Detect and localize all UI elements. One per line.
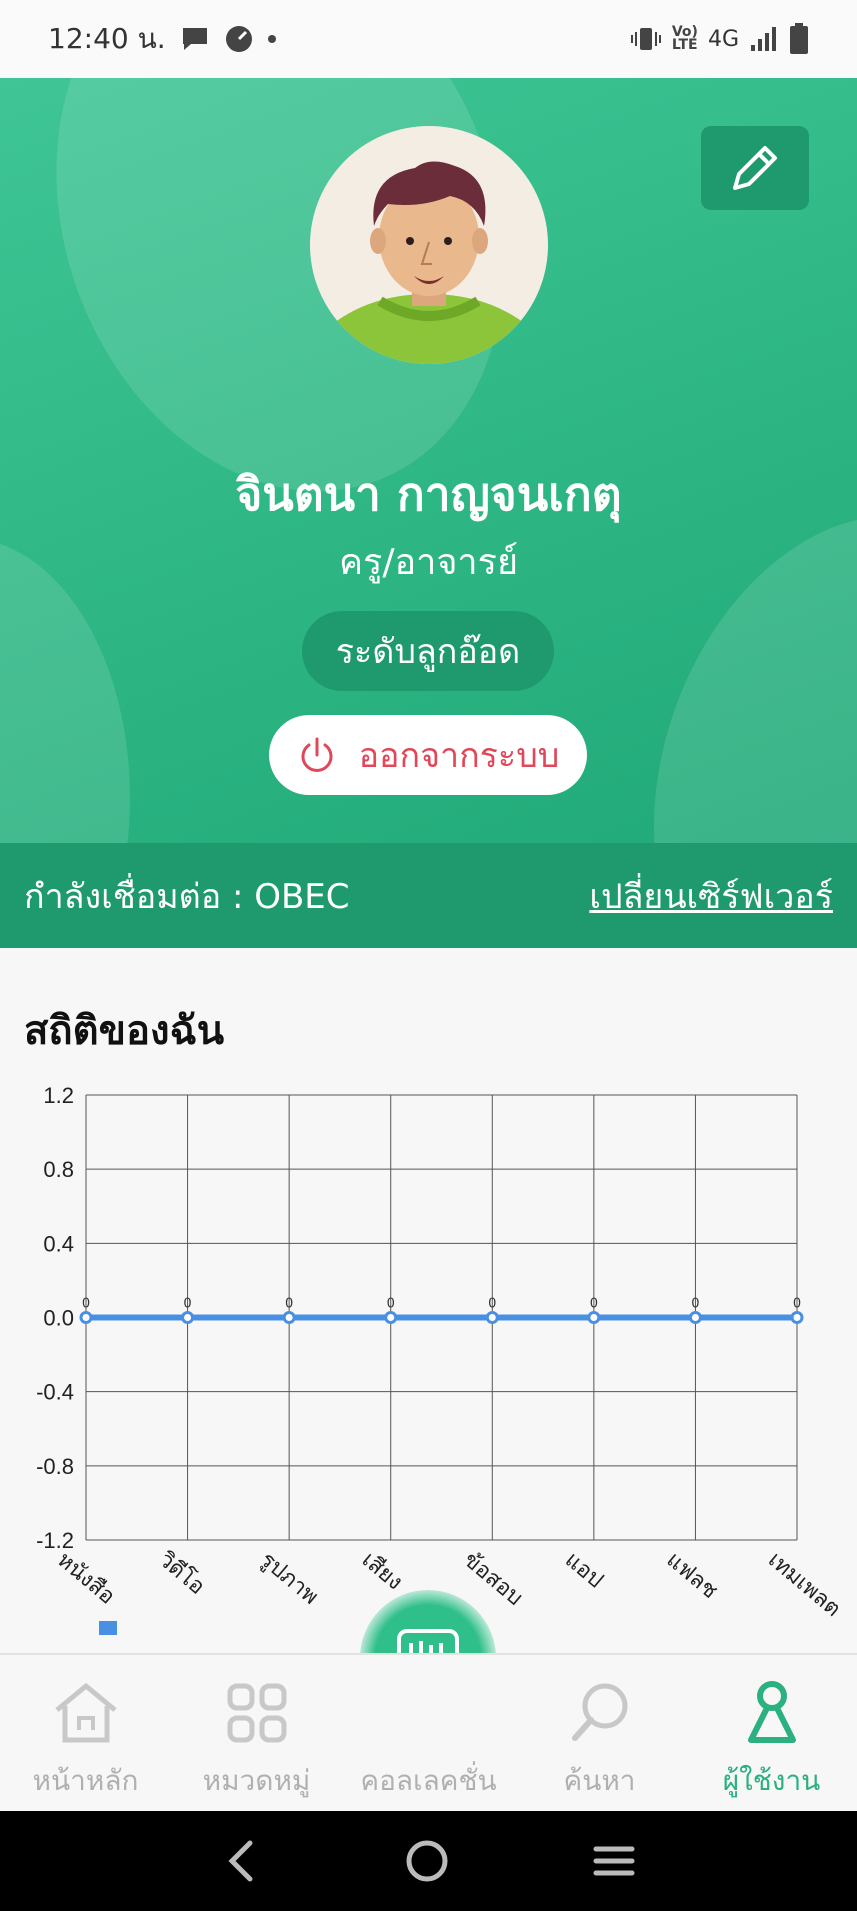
data-point xyxy=(384,1311,398,1324)
x-tick-label: วิดีโอ xyxy=(153,1546,210,1600)
profile-header: จินตนา กาญจนเกตุ ครู/อาจารย์ ระดับลูกอ๊อ… xyxy=(0,78,857,948)
x-tick-label: เทมเพลต xyxy=(763,1547,845,1622)
data-point xyxy=(587,1311,601,1324)
x-tick-label: ข้อสอบ xyxy=(458,1547,527,1610)
data-label: 0 xyxy=(82,1297,90,1312)
server-bar: กำลังเชื่อมต่อ : OBEC เปลี่ยนเซิร์ฟเวอร์ xyxy=(0,843,857,948)
edit-profile-button[interactable] xyxy=(701,126,809,210)
home-circle-icon[interactable] xyxy=(405,1839,449,1883)
user-icon xyxy=(747,1681,796,1743)
stats-title: สถิติของฉัน xyxy=(24,1008,225,1054)
tab-label-collection: คอลเลคชั่น xyxy=(360,1764,497,1797)
y-tick-label: 0.8 xyxy=(43,1157,74,1182)
status-bar: 12:40 น. Vo) LTE 4G xyxy=(0,0,857,78)
y-tick-label: -0.4 xyxy=(36,1380,74,1405)
recents-icon[interactable] xyxy=(592,1841,636,1881)
legend-swatch xyxy=(99,1621,117,1635)
data-point xyxy=(282,1311,296,1324)
tab-category[interactable]: หมวดหมู่ xyxy=(171,1655,342,1813)
back-icon[interactable] xyxy=(222,1839,262,1883)
y-tick-label: 1.2 xyxy=(43,1083,74,1108)
x-tick-label: แฟลช xyxy=(662,1547,723,1604)
search-icon xyxy=(571,1683,627,1741)
avatar xyxy=(310,126,548,364)
data-label: 0 xyxy=(793,1297,801,1312)
level-badge: ระดับลูกอ๊อด xyxy=(302,611,554,691)
data-point xyxy=(688,1311,702,1324)
bottom-tab-bar: หน้าหลัก หมวดหมู่ คอลเลคชั่น ค้นหา ผู้ใช… xyxy=(0,1653,857,1811)
tab-search[interactable]: ค้นหา xyxy=(514,1655,685,1813)
y-tick-label: -0.8 xyxy=(36,1454,74,1479)
pencil-icon xyxy=(733,146,777,190)
vibrate-icon xyxy=(630,28,661,50)
battery-icon xyxy=(790,23,808,54)
power-icon xyxy=(301,737,333,772)
gauge-icon xyxy=(225,26,252,52)
dot-icon xyxy=(267,35,276,43)
y-tick-label: 0.4 xyxy=(43,1231,74,1256)
x-tick-label: แอป xyxy=(560,1547,608,1593)
y-tick-label: 0.0 xyxy=(43,1306,74,1331)
signal-icon xyxy=(751,27,776,51)
data-label: 0 xyxy=(590,1297,598,1312)
data-point xyxy=(790,1311,804,1324)
data-label: 0 xyxy=(691,1297,699,1312)
x-tick-label: รูปภาพ xyxy=(255,1547,323,1609)
data-point xyxy=(181,1311,195,1324)
tab-label-home: หน้าหลัก xyxy=(32,1764,139,1797)
category-icon xyxy=(227,1683,286,1743)
tab-label-category: หมวดหมู่ xyxy=(202,1764,311,1797)
logout-button[interactable]: ออกจากระบบ xyxy=(269,715,587,795)
data-label: 0 xyxy=(285,1297,293,1312)
data-point xyxy=(79,1311,93,1324)
stats-chart: 1.20.80.40.0-0.4-0.8-1.20 0 0 0 0 0 0 0หนังสือว… xyxy=(36,1083,845,1635)
home-icon xyxy=(54,1683,117,1743)
tab-label-user: ผู้ใช้งาน xyxy=(722,1764,821,1797)
profile-name: จินตนา กาญจนเกตุ xyxy=(235,467,622,521)
data-point xyxy=(485,1311,499,1324)
volte-icon: Vo) LTE xyxy=(671,24,698,53)
tab-user[interactable]: ผู้ใช้งาน xyxy=(686,1655,857,1813)
tab-collection[interactable]: คอลเลคชั่น xyxy=(343,1655,514,1813)
data-label: 0 xyxy=(387,1297,395,1312)
server-status: กำลังเชื่อมต่อ : OBEC xyxy=(24,876,350,917)
data-label: 0 xyxy=(488,1297,496,1312)
x-tick-label: เสียง xyxy=(357,1547,407,1595)
change-server-link[interactable]: เปลี่ยนเซิร์ฟเวอร์ xyxy=(589,869,833,923)
data-label: 0 xyxy=(183,1297,191,1312)
profile-role: ครู/อาจารย์ xyxy=(338,542,519,583)
status-time: 12:40 น. xyxy=(48,22,166,55)
tab-label-search: ค้นหา xyxy=(563,1764,636,1797)
system-nav-bar xyxy=(0,1811,857,1911)
chat-icon xyxy=(182,28,207,50)
tab-home[interactable]: หน้าหลัก xyxy=(0,1655,171,1813)
x-tick-label: หนังสือ xyxy=(52,1547,119,1609)
logout-label: ออกจากระบบ xyxy=(358,736,560,776)
network-type: 4G xyxy=(707,26,739,52)
